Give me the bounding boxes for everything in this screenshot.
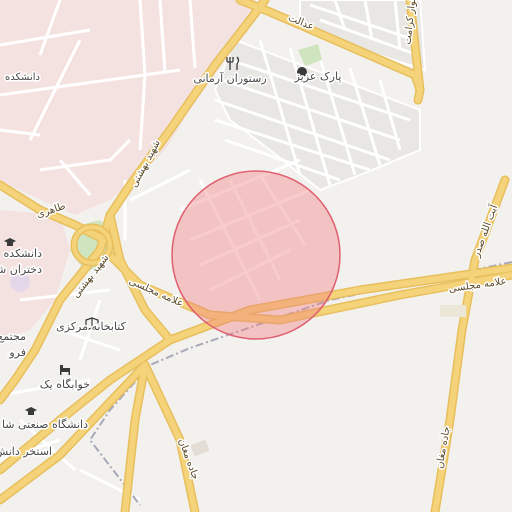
label-mojtama: مجتمع (0, 330, 26, 343)
label-daneshkadeh-dokhtaran: دانشکده (4, 247, 43, 260)
map-canvas[interactable]: دانشکده رستوران آرمانی پارک عزیز عدالت ب… (0, 0, 512, 512)
label-pool: استخر دانش (0, 445, 52, 458)
label-daneshkadeh-top: دانشکده (5, 72, 40, 83)
label-industrial-university: دانشگاه صنعتی شا (2, 418, 88, 431)
label-dormitory: خوابگاه یک (40, 378, 90, 391)
map-view[interactable]: دانشکده رستوران آرمانی پارک عزیز عدالت ب… (0, 0, 512, 512)
label-park-aziz: پارک عزیز (294, 70, 342, 83)
building (440, 305, 466, 317)
label-restaurant: رستوران آرمانی (193, 71, 266, 85)
label-daneshkadeh-dokhtaran-2: دختران شا (0, 263, 42, 276)
selection-circle[interactable] (171, 170, 341, 340)
label-central-library: کتابخانه مرکزی (56, 320, 127, 333)
label-mojtama-2: فرو (8, 346, 26, 359)
